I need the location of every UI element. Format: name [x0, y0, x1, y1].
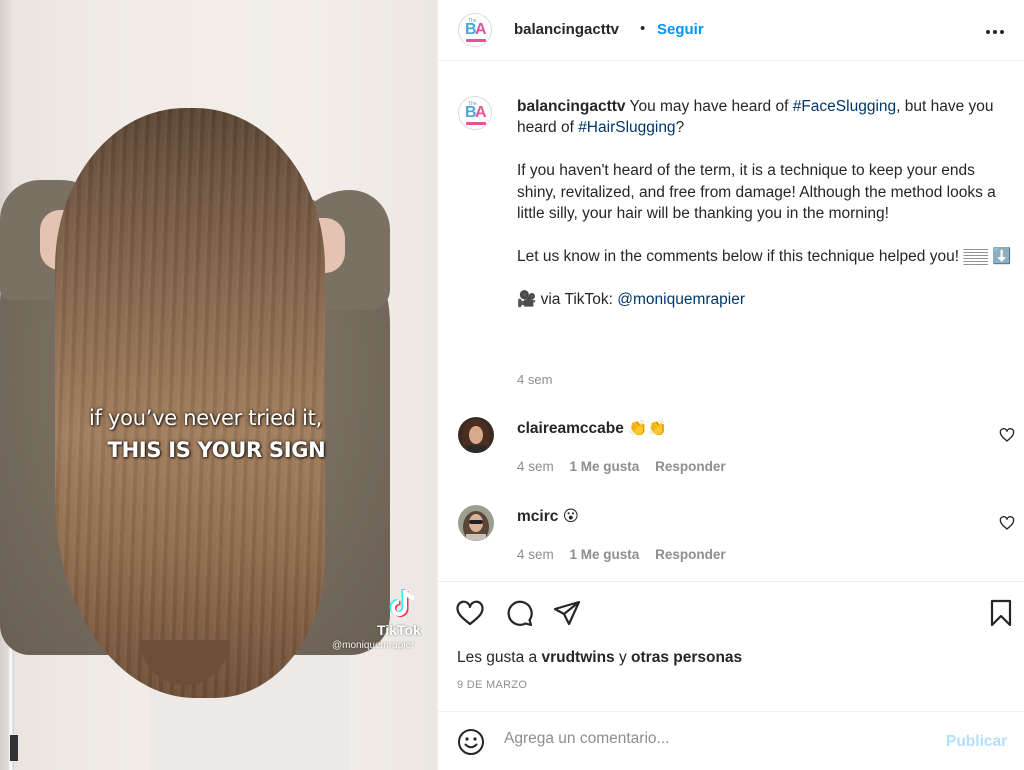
more-icon[interactable]: [986, 22, 1008, 42]
comment-username[interactable]: mcirc 😮: [517, 507, 579, 526]
comment-text: 😮: [558, 508, 579, 525]
caption-via-prefix: 🎥 via TikTok:: [517, 290, 618, 308]
commenter-avatar[interactable]: [458, 417, 494, 453]
comment-timestamp[interactable]: 4 sem: [517, 459, 554, 474]
post-detail-panel: The B A balancingacttv • Seguir The B A …: [437, 0, 1024, 770]
comment-heart-icon[interactable]: [999, 427, 1015, 443]
comment-meta: 4 sem 1 Me gusta Responder: [517, 459, 738, 474]
comment-timestamp[interactable]: 4 sem: [517, 547, 554, 562]
comment-input[interactable]: [504, 730, 924, 748]
caption-author-avatar[interactable]: The B A: [458, 96, 492, 130]
comment-heart-icon[interactable]: [999, 515, 1015, 531]
share-icon[interactable]: [552, 598, 582, 628]
hashtag-hairslugging[interactable]: #HairSlugging: [578, 119, 675, 136]
likes-summary[interactable]: Les gusta a vrudtwins y otras personas: [457, 649, 742, 667]
comment-meta: 4 sem 1 Me gusta Responder: [517, 547, 738, 562]
post-actions: Les gusta a vrudtwins y otras personas 9…: [438, 581, 1024, 711]
add-comment-bar: Publicar: [438, 711, 1024, 770]
tiktok-watermark-user: @moniquemrapier: [332, 640, 415, 651]
reply-button[interactable]: Responder: [655, 459, 726, 474]
reply-button[interactable]: Responder: [655, 547, 726, 562]
caption-timestamp[interactable]: 4 sem: [517, 372, 552, 387]
author-username[interactable]: balancingacttv: [514, 21, 619, 38]
caption-username[interactable]: balancingacttv: [517, 98, 626, 115]
heart-icon[interactable]: [455, 598, 485, 628]
author-avatar[interactable]: The B A: [458, 13, 492, 47]
separator-dot: •: [640, 20, 646, 37]
caption-text-1: You may have heard of: [625, 98, 793, 115]
other-likers-link[interactable]: otras personas: [631, 649, 742, 666]
follow-button[interactable]: Seguir: [657, 21, 704, 38]
light-stand-base: [10, 735, 18, 761]
post-caption: balancingacttv You may have heard of #Fa…: [517, 96, 1017, 331]
post-header: The B A balancingacttv • Seguir: [438, 0, 1024, 61]
publish-button[interactable]: Publicar: [946, 733, 1007, 751]
comment-text: 👏👏: [623, 420, 667, 437]
comment-likes[interactable]: 1 Me gusta: [570, 547, 640, 562]
tiktok-icon: [389, 589, 415, 617]
mention-moniquemrapier[interactable]: @moniquemrapier: [617, 291, 745, 308]
video-caption-line2: THIS IS YOUR SIGN: [107, 438, 326, 462]
caption-text-3: ?: [675, 119, 685, 137]
commenter-avatar[interactable]: [458, 505, 494, 541]
tiktok-watermark: TikTok: [377, 622, 421, 638]
comment-username[interactable]: claireamccabe 👏👏: [517, 419, 667, 438]
comments-section[interactable]: The B A balancingacttv You may have hear…: [438, 62, 1024, 581]
comment-likes[interactable]: 1 Me gusta: [570, 459, 640, 474]
smile-icon[interactable]: [457, 728, 485, 756]
comment-icon[interactable]: [504, 598, 534, 628]
video-caption-line1: if you’ve never tried it,: [89, 406, 322, 430]
caption-paragraph-2: If you haven't heard of the term, it is …: [517, 162, 996, 223]
caption-paragraph-3: Let us know in the comments below if thi…: [517, 247, 1012, 265]
person-hair: [55, 108, 325, 698]
post-media[interactable]: if you’ve never tried it, THIS IS YOUR S…: [0, 0, 437, 770]
bookmark-icon[interactable]: [986, 598, 1016, 628]
hashtag-faceslugging[interactable]: #FaceSlugging: [793, 98, 896, 115]
liker-username[interactable]: vrudtwins: [541, 649, 614, 666]
post-date[interactable]: 9 DE MARZO: [457, 679, 527, 691]
